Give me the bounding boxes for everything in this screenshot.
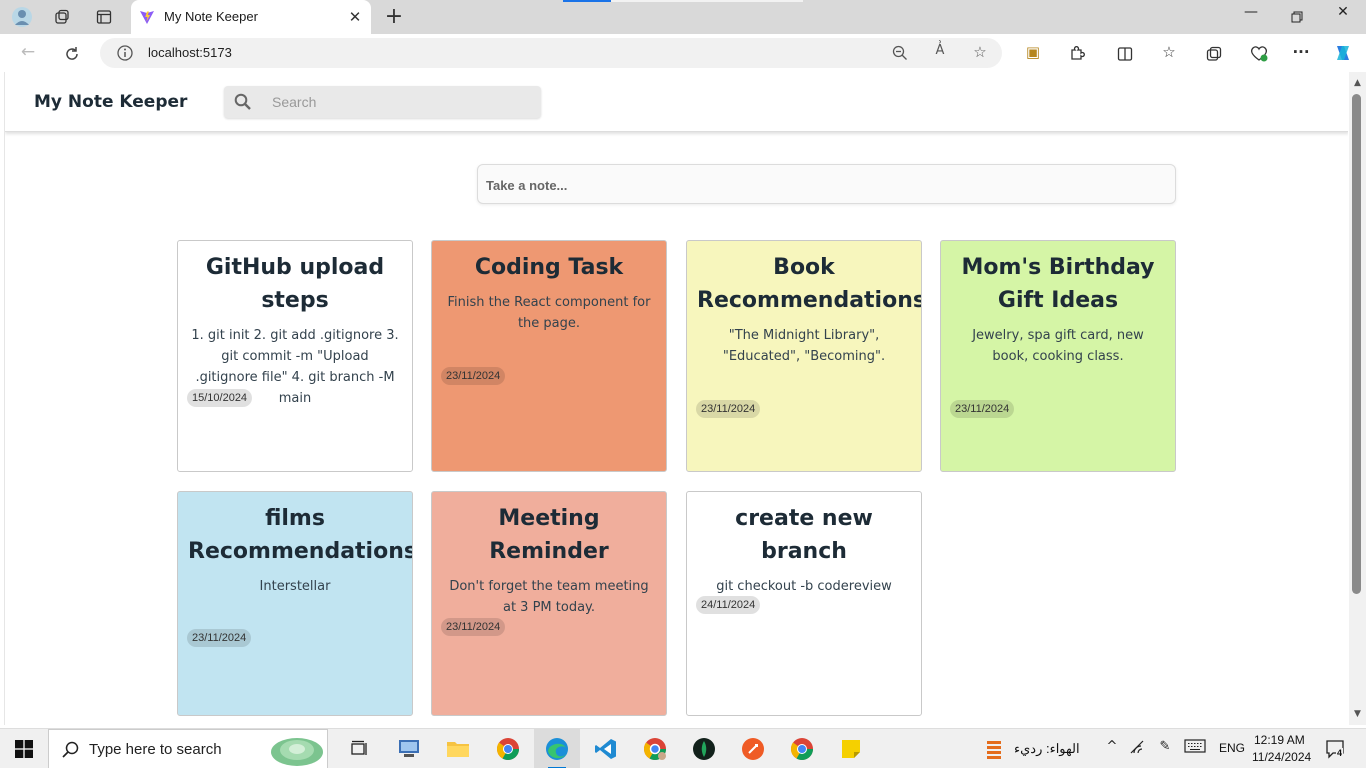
- note-card[interactable]: Meeting Reminder Don't forget the team m…: [431, 491, 667, 716]
- note-card[interactable]: films Recommendations Interstellar 23/11…: [177, 491, 413, 716]
- note-content: Don't forget the team meeting at 3 PM to…: [449, 579, 649, 615]
- note-date-badge: 15/10/2024: [187, 389, 253, 407]
- url-text: localhost:5173: [148, 45, 232, 60]
- collections-icon[interactable]: [1203, 43, 1225, 65]
- clock-time[interactable]: 12:19 AM: [1254, 733, 1305, 747]
- note-card[interactable]: Coding Task Finish the React component f…: [431, 240, 667, 472]
- note-date-badge: 23/11/2024: [187, 629, 252, 647]
- search-icon: [234, 93, 252, 111]
- clock-date[interactable]: 11/24/2024: [1252, 750, 1311, 764]
- browser-toolbar: ← localhost:5173 A͗ ☆ ▣ ☆ ···: [0, 34, 1366, 72]
- close-window-button[interactable]: ✕: [1320, 4, 1366, 30]
- edge-icon[interactable]: [534, 729, 580, 768]
- copilot-icon[interactable]: [1332, 43, 1354, 65]
- note-date-badge: 23/11/2024: [441, 367, 506, 385]
- search-icon: [61, 740, 81, 760]
- chrome-icon[interactable]: [485, 729, 531, 768]
- restore-button[interactable]: [1274, 4, 1320, 30]
- search-bar[interactable]: [224, 86, 541, 118]
- active-tab[interactable]: My Note Keeper ✕: [131, 0, 371, 34]
- note-content: "The Midnight Library", "Educated", "Bec…: [722, 328, 886, 364]
- note-date-badge: 24/11/2024: [696, 596, 761, 614]
- note-title: create new branch: [735, 506, 873, 564]
- scroll-down-arrow-icon[interactable]: ▼: [1352, 709, 1363, 719]
- start-button[interactable]: [0, 729, 48, 768]
- note-card[interactable]: Book Recommendations "The Midnight Libra…: [686, 240, 922, 472]
- note-content: Jewelry, spa gift card, new book, cookin…: [972, 328, 1144, 364]
- taskbar-search-text: Type here to search: [89, 741, 222, 758]
- vscode-icon[interactable]: [583, 729, 629, 768]
- pen-icon[interactable]: ✎: [1155, 739, 1175, 759]
- taskbar-search-box[interactable]: Type here to search: [48, 729, 328, 768]
- note-date-badge: 23/11/2024: [441, 618, 506, 636]
- tab-close-icon[interactable]: ✕: [345, 7, 365, 27]
- file-explorer-icon[interactable]: [435, 729, 481, 768]
- refresh-button[interactable]: [60, 42, 84, 66]
- chrome-profile-icon[interactable]: [632, 729, 678, 768]
- windows-taskbar: Type here to search الهواء: رديء ^ ✎ ENG…: [0, 728, 1366, 768]
- note-title: GitHub upload steps: [205, 255, 385, 313]
- search-highlight-succulent-icon: [267, 730, 327, 768]
- network-icon[interactable]: [1128, 739, 1148, 759]
- profile-avatar-icon[interactable]: [10, 5, 34, 29]
- clipboard-extension-icon[interactable]: ▣: [1022, 43, 1044, 65]
- browser-tab-bar: My Note Keeper ✕ + — ✕: [0, 0, 1366, 34]
- scroll-thumb[interactable]: [1352, 94, 1361, 594]
- zoom-out-icon[interactable]: [890, 43, 910, 63]
- touch-keyboard-icon[interactable]: [1184, 739, 1206, 759]
- postman-icon[interactable]: [730, 729, 776, 768]
- show-hidden-icons-icon[interactable]: ^: [1102, 739, 1122, 759]
- chrome-alt-icon[interactable]: [779, 729, 825, 768]
- app-header: My Note Keeper: [5, 72, 1348, 132]
- split-screen-icon[interactable]: [1114, 43, 1136, 65]
- take-note-box[interactable]: [477, 164, 1176, 204]
- page-scrollbar[interactable]: ▲ ▼: [1349, 72, 1366, 725]
- browser-essentials-icon[interactable]: [1248, 43, 1270, 65]
- vite-favicon-icon: [139, 9, 155, 25]
- note-date-badge: 23/11/2024: [696, 400, 761, 418]
- note-title: films Recommendations: [188, 506, 413, 564]
- note-content: Finish the React component for the page.: [447, 295, 651, 331]
- app-title: My Note Keeper: [34, 92, 188, 112]
- workspaces-icon[interactable]: [50, 5, 74, 29]
- windows-logo-icon: [15, 740, 33, 758]
- new-tab-button[interactable]: +: [382, 5, 406, 29]
- search-input[interactable]: [272, 92, 522, 112]
- tab-strip-highlight: [611, 0, 803, 2]
- take-note-input[interactable]: [486, 175, 1166, 195]
- note-title: Coding Task: [474, 255, 624, 280]
- tab-actions-icon[interactable]: [92, 5, 116, 29]
- more-options-icon[interactable]: ···: [1290, 43, 1312, 65]
- mongodb-compass-icon[interactable]: [681, 729, 727, 768]
- note-title: Book Recommendations: [697, 255, 922, 313]
- site-info-icon[interactable]: [116, 44, 134, 62]
- note-card[interactable]: GitHub upload steps 1. git init 2. git a…: [177, 240, 413, 472]
- language-indicator[interactable]: ENG: [1219, 741, 1245, 755]
- weather-icon[interactable]: [984, 739, 1004, 759]
- read-aloud-icon[interactable]: A͗: [930, 43, 950, 63]
- extensions-icon[interactable]: [1066, 43, 1088, 65]
- scroll-up-arrow-icon[interactable]: ▲: [1352, 78, 1363, 88]
- note-title: Meeting Reminder: [489, 506, 609, 564]
- pc-app-icon[interactable]: [386, 729, 432, 768]
- sticky-notes-icon[interactable]: [828, 729, 874, 768]
- task-view-icon[interactable]: [337, 729, 383, 768]
- back-button[interactable]: ←: [16, 42, 40, 66]
- weather-text[interactable]: الهواء: رديء: [1014, 741, 1080, 757]
- note-card[interactable]: create new branch git checkout -b codere…: [686, 491, 922, 716]
- note-card[interactable]: Mom's Birthday Gift Ideas Jewelry, spa g…: [940, 240, 1176, 472]
- notifications-icon[interactable]: 4: [1324, 739, 1346, 759]
- note-content: Interstellar: [259, 579, 331, 594]
- favorites-icon[interactable]: ☆: [1158, 43, 1180, 65]
- minimize-button[interactable]: —: [1228, 4, 1274, 30]
- page-viewport: My Note Keeper GitHub upload steps 1. gi…: [4, 72, 1348, 725]
- note-content: git checkout -b codereview: [716, 579, 892, 594]
- tab-strip-indicator: [563, 0, 611, 2]
- note-date-badge: 23/11/2024: [950, 400, 1015, 418]
- tab-title: My Note Keeper: [164, 9, 258, 24]
- note-title: Mom's Birthday Gift Ideas: [961, 255, 1155, 313]
- favorite-star-icon[interactable]: ☆: [970, 43, 990, 63]
- address-bar[interactable]: localhost:5173 A͗ ☆: [100, 38, 1002, 68]
- notification-count: 4: [1336, 748, 1344, 758]
